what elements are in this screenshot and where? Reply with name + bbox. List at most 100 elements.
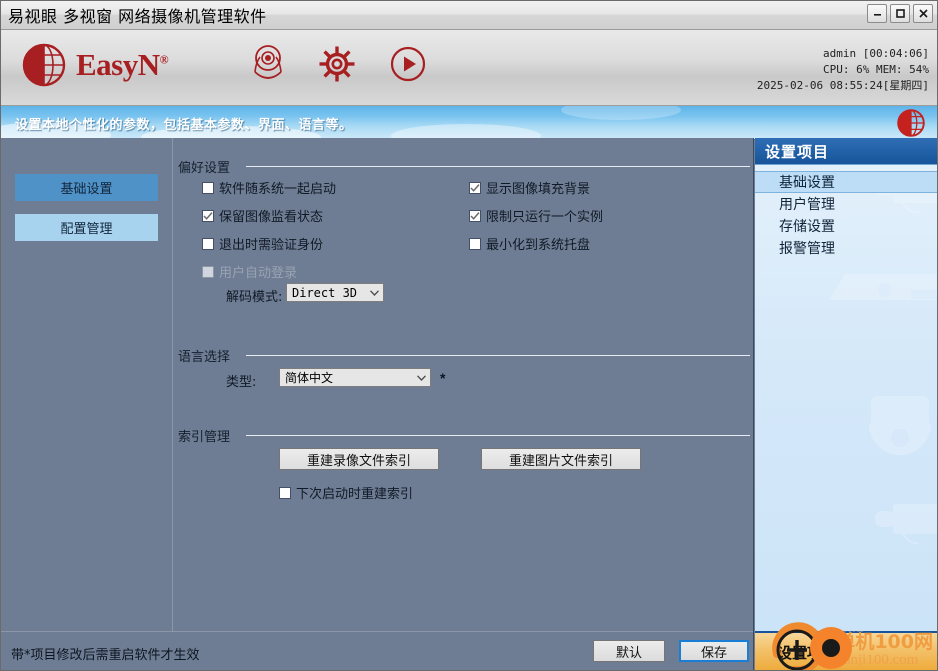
sidebar-header: 设置项目 xyxy=(755,138,937,165)
button-label: 默认 xyxy=(615,645,642,661)
sidebar-item-basic-settings[interactable]: 基础设置 xyxy=(755,171,937,193)
button-label: 重建图片文件索引 xyxy=(508,453,613,469)
checkbox-verify-identity-on-exit[interactable]: 退出时需验证身份 xyxy=(202,234,323,253)
sidebar-item-alarm-management[interactable]: 报警管理 xyxy=(755,237,937,259)
checkbox-box xyxy=(202,181,214,194)
language-type-label: 类型: xyxy=(226,375,257,390)
group-divider xyxy=(246,435,750,436)
settings-form: 偏好设置 软件随系统一起启动 保留图像监看状态 退出时需验证身份 用户自动登录 … xyxy=(174,138,753,632)
checkbox-rebuild-index-next-start[interactable]: 下次启动时重建索引 xyxy=(279,483,413,502)
button-label: 保存 xyxy=(700,645,727,661)
registered-mark: ® xyxy=(159,52,169,67)
chevron-down-icon xyxy=(366,289,383,296)
close-button[interactable] xyxy=(913,4,933,23)
title-bar: 易视眼 多视窗 网络摄像机管理软件 xyxy=(1,1,937,30)
body-region: 基础设置 配置管理 偏好设置 软件随系统一起启动 保留图像监看状态 退出时需验证… xyxy=(1,138,937,670)
checkbox-label: 下次启动时重建索引 xyxy=(296,487,414,502)
button-label: 重建录像文件索引 xyxy=(306,453,411,469)
checkbox-keep-monitor-state[interactable]: 保留图像监看状态 xyxy=(202,206,323,225)
status-resource-line: CPU: 6% MEM: 54% xyxy=(823,63,929,76)
easyn-logo: EasyN® xyxy=(19,42,169,88)
brand-name: EasyN® xyxy=(76,47,169,82)
sidebar-item-label: 存储设置 xyxy=(779,219,835,235)
sidebar-footer[interactable]: ▪▪▪▪▪▪▪▪▪ 设置项目 xyxy=(755,625,937,670)
dome-camera-watermark xyxy=(869,396,931,455)
camera-icon[interactable] xyxy=(251,44,285,87)
banner-globe-icon xyxy=(895,108,927,139)
nav-item-basic-settings[interactable]: 基础设置 xyxy=(15,174,158,201)
sidebar-item-user-management[interactable]: 用户管理 xyxy=(755,193,937,215)
window-controls xyxy=(867,4,933,23)
rebuild-image-index-button[interactable]: 重建图片文件索引 xyxy=(481,448,641,470)
decode-mode-value: Direct 3D xyxy=(292,285,358,300)
drag-grip-icon[interactable]: ▪▪▪▪▪▪▪▪▪ xyxy=(827,625,865,635)
maximize-button[interactable] xyxy=(890,4,910,23)
checkbox-label: 保留图像监看状态 xyxy=(219,210,324,225)
gear-icon[interactable] xyxy=(317,44,357,87)
checkbox-autostart-with-system[interactable]: 软件随系统一起启动 xyxy=(202,178,336,197)
settings-pane: 基础设置 配置管理 偏好设置 软件随系统一起启动 保留图像监看状态 退出时需验证… xyxy=(1,138,754,670)
nav-item-config-management[interactable]: 配置管理 xyxy=(15,214,158,241)
language-group-title: 语言选择 xyxy=(178,350,231,365)
nav-item-label: 配置管理 xyxy=(60,222,113,237)
checkbox-label: 用户自动登录 xyxy=(219,266,298,281)
header-icon-bar xyxy=(251,44,427,87)
page-description-banner: 设置本地个性化的参数，包括基本参数、界面、语言等。 xyxy=(1,106,937,140)
checkbox-box xyxy=(202,237,214,250)
cloud-decoration xyxy=(561,106,681,120)
decode-mode-select[interactable]: Direct 3D xyxy=(286,283,384,302)
checkbox-box xyxy=(469,181,481,194)
checkbox-box xyxy=(202,265,214,278)
check-icon xyxy=(203,211,213,220)
save-button[interactable]: 保存 xyxy=(679,640,749,662)
group-divider xyxy=(246,166,750,167)
bullet-camera-watermark xyxy=(875,504,937,545)
checkbox-minimize-to-tray[interactable]: 最小化到系统托盘 xyxy=(469,234,590,253)
checkbox-label: 显示图像填充背景 xyxy=(486,182,591,197)
check-icon xyxy=(470,183,480,192)
index-group-title: 索引管理 xyxy=(178,430,231,445)
secondary-nav: 基础设置 配置管理 xyxy=(1,138,173,632)
play-icon[interactable] xyxy=(389,45,427,86)
checkbox-label: 软件随系统一起启动 xyxy=(219,182,337,197)
dvr-watermark xyxy=(829,274,937,300)
checkbox-box xyxy=(202,209,214,222)
language-type-select[interactable]: 简体中文 xyxy=(279,368,431,387)
sidebar-title: 设置项目 xyxy=(765,142,830,161)
checkbox-show-image-fill-background[interactable]: 显示图像填充背景 xyxy=(469,178,590,197)
checkbox-label: 最小化到系统托盘 xyxy=(486,238,591,253)
checkbox-box xyxy=(279,486,291,499)
minimize-button[interactable] xyxy=(867,4,887,23)
nav-item-label: 基础设置 xyxy=(60,182,113,197)
checkbox-single-instance-only[interactable]: 限制只运行一个实例 xyxy=(469,206,603,225)
sidebar-item-label: 用户管理 xyxy=(779,197,835,213)
globe-icon xyxy=(22,43,66,87)
sidebar-item-list: 基础设置 用户管理 存储设置 报警管理 xyxy=(755,171,937,259)
restart-required-marker: * xyxy=(440,370,446,386)
chevron-down-icon xyxy=(413,374,430,381)
decode-mode-label: 解码模式: xyxy=(226,290,283,305)
preferences-group-title: 偏好设置 xyxy=(178,161,231,176)
status-datetime-line: 2025-02-06 08:55:24[星期四] xyxy=(756,79,929,92)
rebuild-video-index-button[interactable]: 重建录像文件索引 xyxy=(279,448,439,470)
default-button[interactable]: 默认 xyxy=(593,640,665,662)
sidebar-item-label: 报警管理 xyxy=(779,241,835,257)
group-divider xyxy=(246,355,750,356)
sidebar-footer-label: 设置项目 xyxy=(777,644,838,662)
brand-header: EasyN® admin [00:04:06] CPU: 6% MEM: 54%… xyxy=(1,30,937,106)
application-window: 易视眼 多视窗 网络摄像机管理软件 EasyN® admin [00:04:06… xyxy=(0,0,938,671)
banner-text: 设置本地个性化的参数，包括基本参数、界面、语言等。 xyxy=(15,118,353,133)
system-status: admin [00:04:06] CPU: 6% MEM: 54% 2025-0… xyxy=(757,46,929,94)
checkbox-label: 退出时需验证身份 xyxy=(219,238,324,253)
check-icon xyxy=(470,211,480,220)
restart-note: 带*项目修改后需重启软件才生效 xyxy=(11,648,200,663)
checkbox-box xyxy=(469,237,481,250)
sidebar-item-label: 基础设置 xyxy=(779,175,835,191)
language-type-value: 简体中文 xyxy=(285,371,334,385)
status-user-line: admin [00:04:06] xyxy=(823,47,929,60)
form-footer: 带*项目修改后需重启软件才生效 默认 保存 xyxy=(1,631,753,670)
checkbox-user-auto-login: 用户自动登录 xyxy=(202,262,297,281)
checkbox-label: 限制只运行一个实例 xyxy=(486,210,604,225)
window-title: 易视眼 多视窗 网络摄像机管理软件 xyxy=(8,7,267,26)
sidebar-item-storage-settings[interactable]: 存储设置 xyxy=(755,215,937,237)
